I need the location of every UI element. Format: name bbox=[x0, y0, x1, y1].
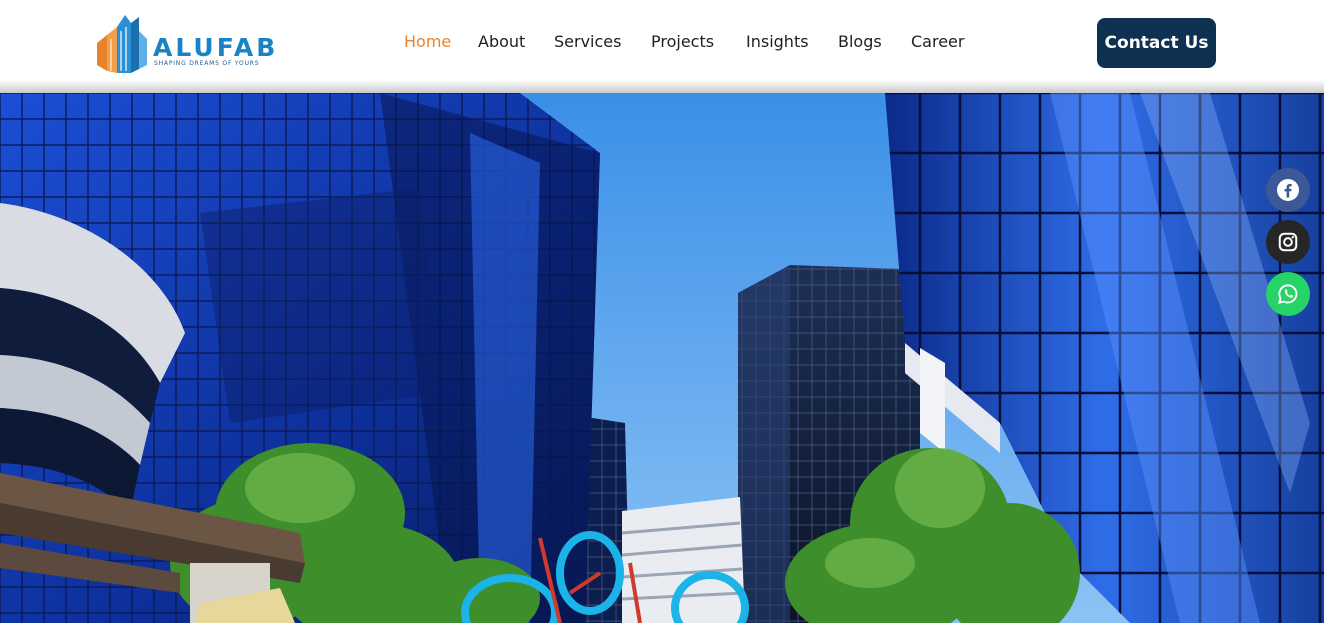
facebook-button[interactable] bbox=[1266, 168, 1310, 212]
nav-item-about[interactable]: About bbox=[478, 32, 525, 52]
nav-item-career[interactable]: Career bbox=[911, 32, 964, 52]
skyscrapers-illustration bbox=[0, 93, 1324, 623]
whatsapp-button[interactable] bbox=[1266, 272, 1310, 316]
header-shadow bbox=[0, 80, 1324, 93]
nav-item-blogs[interactable]: Blogs bbox=[838, 32, 882, 52]
logo-mark-icon bbox=[97, 15, 147, 73]
site-header: ALUFAB SHAPING DREAMS OF YOURS Home Abou… bbox=[0, 0, 1324, 86]
instagram-button[interactable] bbox=[1266, 220, 1310, 264]
nav-item-services[interactable]: Services bbox=[554, 32, 621, 52]
contact-us-button[interactable]: Contact Us bbox=[1097, 18, 1216, 68]
nav-item-projects[interactable]: Projects bbox=[651, 32, 714, 52]
brand-tagline: SHAPING DREAMS OF YOURS bbox=[154, 60, 260, 67]
instagram-icon bbox=[1278, 232, 1298, 252]
hero-image bbox=[0, 93, 1324, 623]
facebook-icon bbox=[1277, 179, 1299, 201]
whatsapp-icon bbox=[1277, 284, 1298, 305]
nav-item-insights[interactable]: Insights bbox=[746, 32, 809, 52]
brand-name: ALUFAB bbox=[153, 33, 279, 62]
nav-item-home[interactable]: Home bbox=[404, 32, 451, 52]
brand-logo[interactable]: ALUFAB SHAPING DREAMS OF YOURS bbox=[95, 13, 275, 73]
